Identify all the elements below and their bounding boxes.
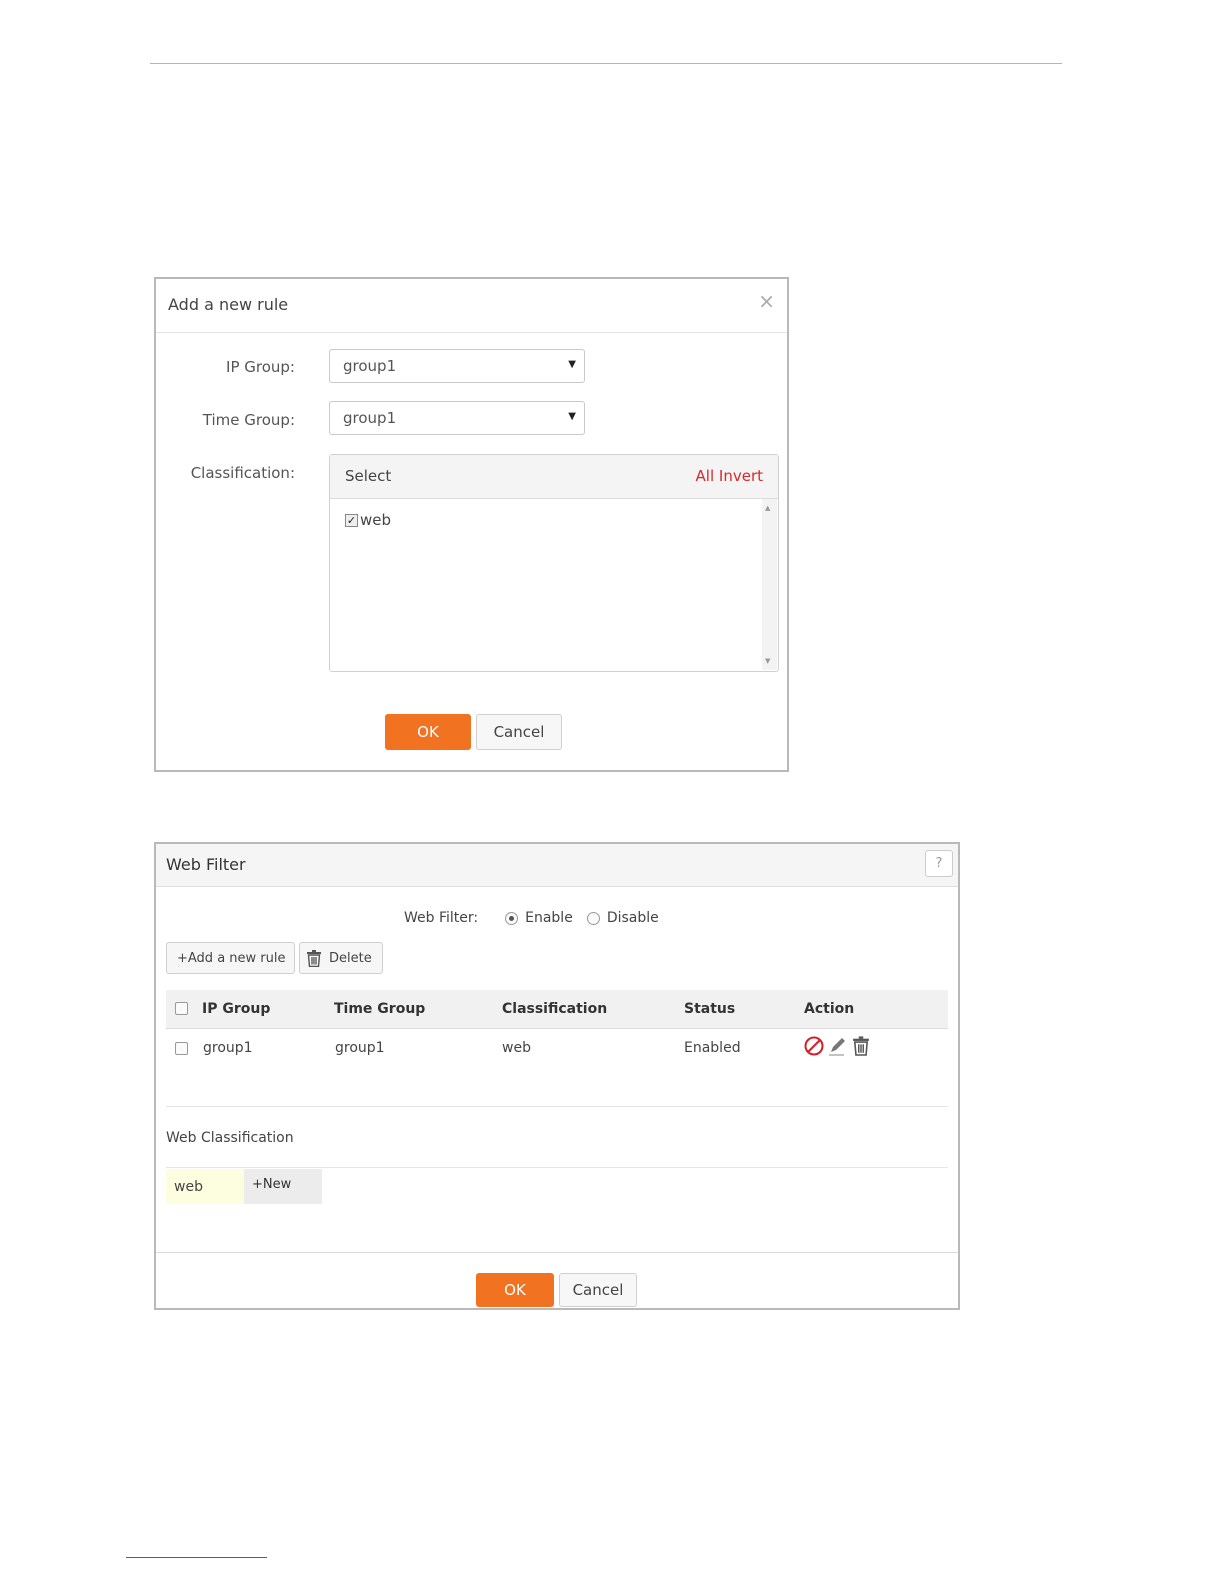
- panel-title: Web Filter: [166, 855, 246, 874]
- col-action: Action: [804, 1001, 855, 1017]
- classification-item-label: web: [360, 511, 392, 529]
- footer-divider: [156, 1252, 958, 1253]
- add-rule-dialog: Add a new rule × IP Group: group1 ▼ Time…: [154, 277, 789, 772]
- disable-label: Disable: [606, 910, 659, 926]
- select-label: Select: [345, 467, 392, 485]
- panel-ok-button[interactable]: OK: [476, 1273, 554, 1307]
- add-rule-button[interactable]: +Add a new rule: [166, 942, 295, 974]
- col-time-group: Time Group: [334, 1001, 426, 1017]
- dialog-cancel-button[interactable]: Cancel: [476, 714, 562, 750]
- row-classification: web: [502, 1040, 531, 1056]
- new-classification-button[interactable]: +New: [244, 1169, 322, 1204]
- panel-header: Web Filter ?: [156, 844, 958, 887]
- close-icon[interactable]: ×: [758, 291, 775, 311]
- web-classification-title: Web Classification: [166, 1130, 294, 1146]
- help-button[interactable]: ?: [925, 850, 953, 877]
- row-checkbox[interactable]: [175, 1042, 188, 1055]
- header-rule: [150, 63, 1062, 64]
- dialog-ok-button[interactable]: OK: [385, 714, 471, 750]
- enable-label: Enable: [525, 910, 573, 926]
- chevron-down-icon: ▼: [568, 411, 576, 422]
- edit-icon[interactable]: [828, 1036, 846, 1056]
- chevron-down-icon: ▼: [568, 359, 576, 370]
- ip-group-select[interactable]: group1 ▼: [329, 349, 585, 383]
- list-scrollbar[interactable]: ▲ ▼: [762, 499, 777, 670]
- dialog-title: Add a new rule: [168, 295, 289, 314]
- delete-label: Delete: [329, 950, 372, 966]
- table-row: group1 group1 web Enabled: [166, 1030, 948, 1068]
- classification-label: Classification:: [190, 464, 295, 482]
- scroll-down-icon[interactable]: ▼: [765, 657, 770, 665]
- classification-list: Select All Invert ✓ web ▲ ▼: [329, 454, 779, 672]
- row-status: Enabled: [684, 1040, 741, 1056]
- row-ip-group: group1: [203, 1040, 253, 1056]
- all-invert-link[interactable]: All Invert: [696, 467, 763, 485]
- ip-group-label: IP Group:: [226, 358, 295, 376]
- time-group-select[interactable]: group1 ▼: [329, 401, 585, 435]
- web-checkbox[interactable]: ✓: [345, 513, 358, 527]
- section-divider: [166, 1167, 948, 1168]
- delete-button[interactable]: Delete: [299, 942, 383, 974]
- col-ip-group: IP Group: [202, 1001, 271, 1017]
- ip-group-value: group1: [343, 357, 397, 375]
- web-filter-label: Web Filter:: [404, 910, 479, 926]
- web-filter-panel: Web Filter ? Web Filter: Enable Disable …: [154, 842, 960, 1310]
- dialog-header: Add a new rule ×: [156, 279, 787, 333]
- disable-icon[interactable]: [804, 1036, 824, 1056]
- disable-radio[interactable]: [586, 911, 600, 925]
- add-rule-label: +Add a new rule: [177, 950, 286, 966]
- row-time-group: group1: [335, 1040, 385, 1056]
- classification-list-header: Select All Invert: [330, 455, 778, 499]
- col-classification: Classification: [502, 1001, 608, 1017]
- classification-item-web[interactable]: ✓ web: [345, 511, 391, 529]
- rules-table-header: IP Group Time Group Classification Statu…: [166, 990, 948, 1029]
- footer-rule: [126, 1557, 267, 1558]
- web-filter-toggle: Web Filter: Enable Disable: [404, 910, 659, 926]
- section-divider: [166, 1106, 948, 1107]
- select-all-checkbox[interactable]: [175, 1002, 188, 1015]
- enable-radio[interactable]: [505, 911, 519, 925]
- time-group-label: Time Group:: [202, 411, 295, 429]
- web-classification-tag[interactable]: web: [166, 1169, 244, 1204]
- panel-cancel-button[interactable]: Cancel: [559, 1273, 637, 1307]
- trash-icon: [307, 949, 321, 967]
- scroll-up-icon[interactable]: ▲: [765, 504, 770, 512]
- col-status: Status: [684, 1001, 736, 1017]
- trash-icon[interactable]: [852, 1036, 870, 1056]
- time-group-value: group1: [343, 409, 397, 427]
